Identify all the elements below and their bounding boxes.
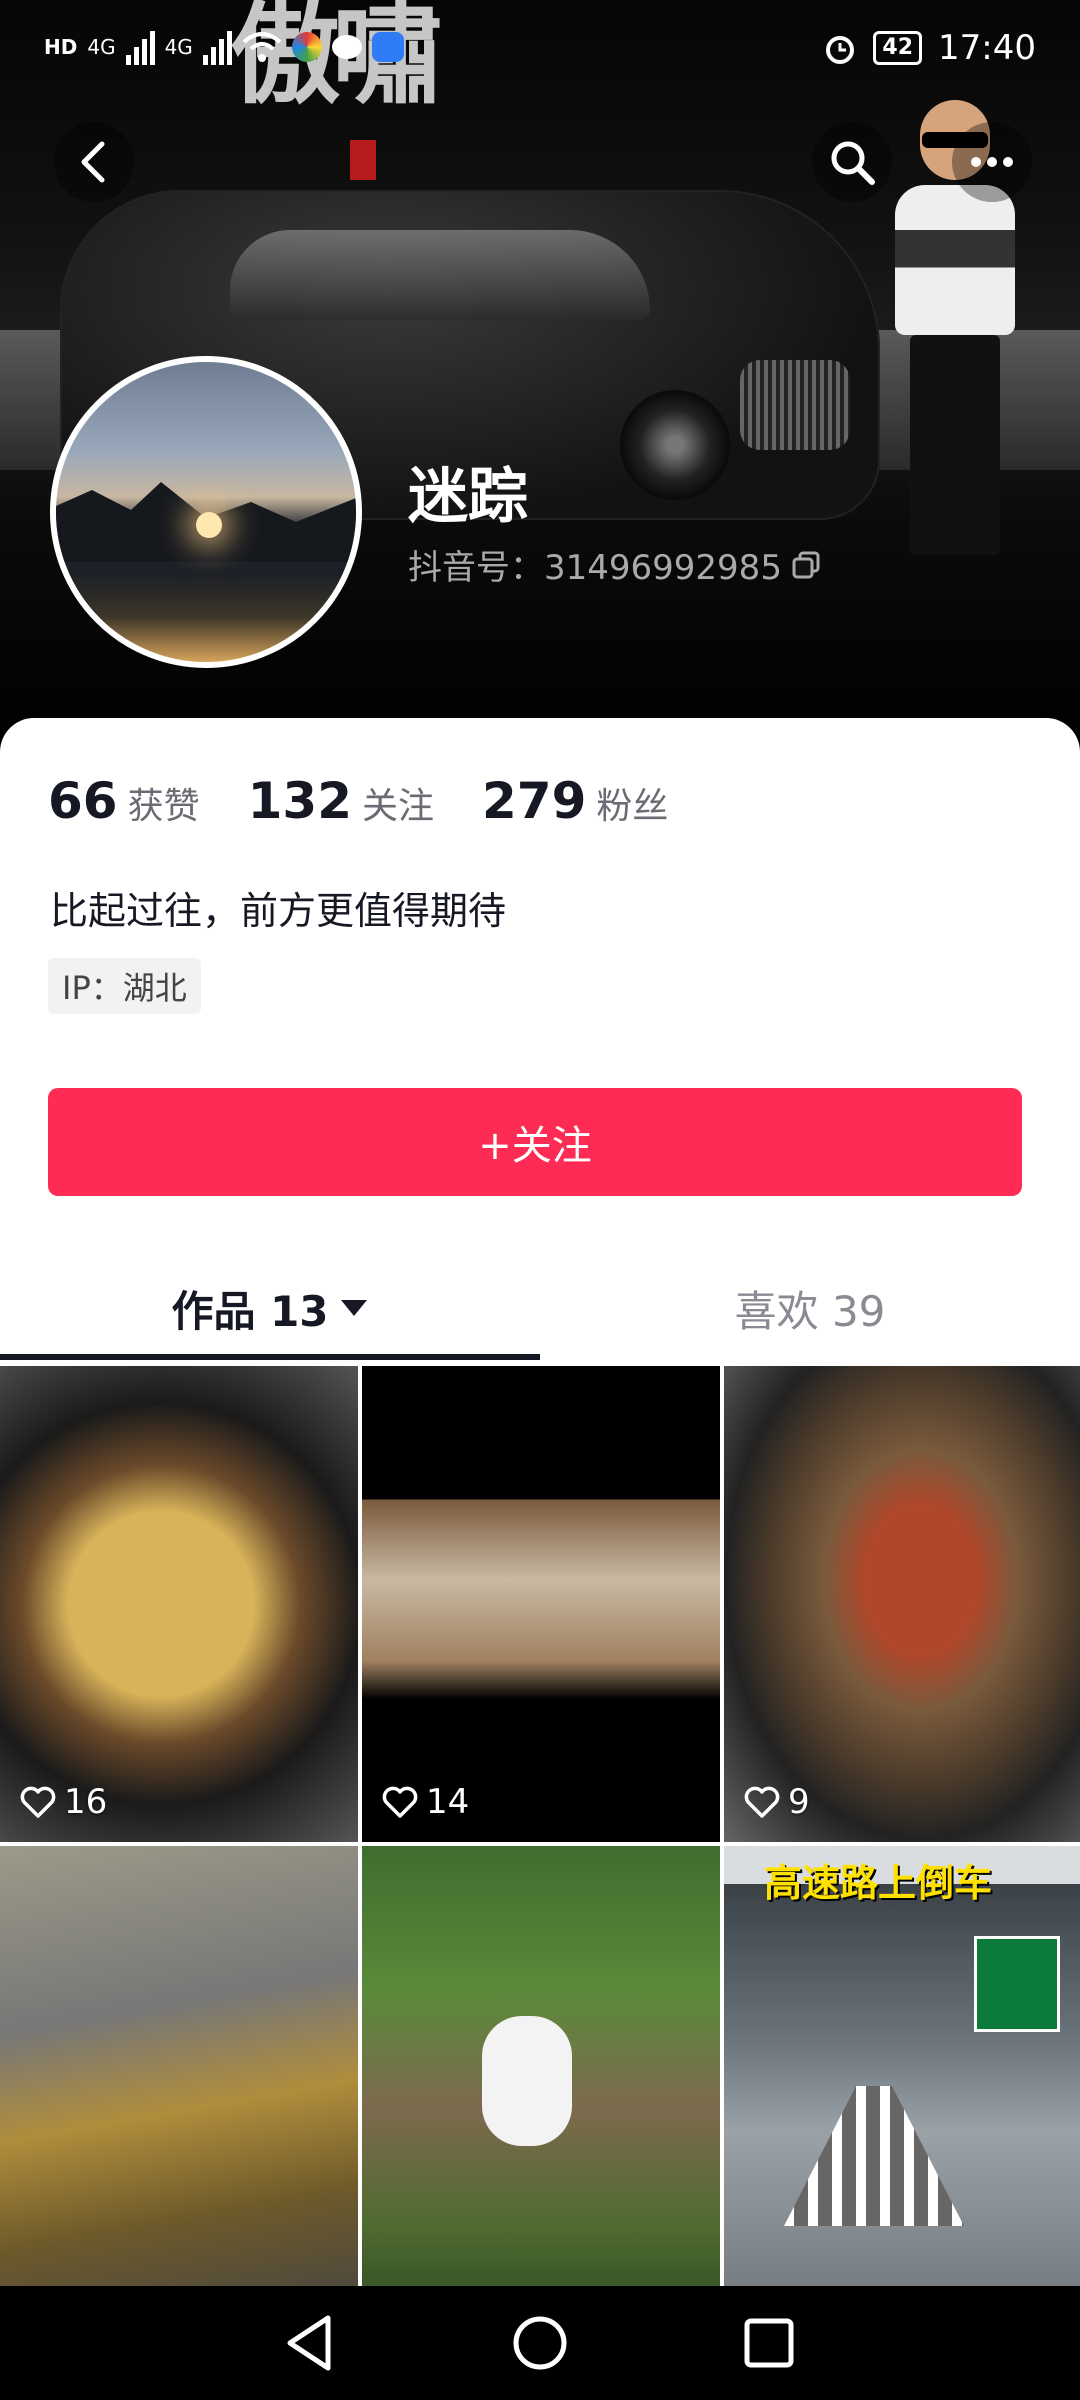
stats-row: 66 获赞 132 关注 279 粉丝 [48, 772, 668, 830]
signal-icon [202, 29, 232, 65]
heart-icon [382, 1786, 418, 1818]
more-icon [971, 157, 1013, 167]
more-button[interactable] [952, 122, 1032, 202]
dog-figure [482, 2016, 572, 2146]
like-count-value: 14 [426, 1782, 470, 1822]
copy-icon[interactable] [792, 551, 820, 579]
video-grid: 16 14 9 高速路上倒车 [0, 1366, 1080, 2322]
stat-label: 获赞 [127, 786, 200, 827]
tab-label: 喜欢 39 [734, 1286, 886, 1336]
like-count: 16 [20, 1782, 107, 1822]
signal-icon [125, 29, 155, 65]
like-count-value: 16 [64, 1782, 108, 1822]
video-thumbnail[interactable]: 高速路上倒车 [724, 1846, 1080, 2322]
tab-works[interactable]: 作品 13 [0, 1262, 540, 1354]
road-sign [974, 1936, 1060, 2032]
stat-value: 66 [48, 772, 118, 830]
network-label: 4G [87, 35, 116, 59]
network-label: 4G [164, 35, 193, 59]
back-button[interactable] [54, 122, 134, 202]
video-thumbnail[interactable]: 16 [0, 1366, 358, 1842]
tab-likes[interactable]: 喜欢 39 [540, 1262, 1080, 1354]
video-thumbnail[interactable]: 9 [724, 1366, 1080, 1842]
profile-nickname: 迷踪 [408, 462, 528, 532]
profile-bio: 比起过往，前方更值得期待 [50, 889, 507, 933]
video-thumbnail[interactable] [362, 1846, 720, 2322]
stat-following[interactable]: 132 关注 [248, 772, 434, 830]
battery-indicator: 42 [873, 31, 923, 65]
video-caption: 高速路上倒车 [764, 1861, 993, 1905]
stat-value: 279 [482, 772, 587, 830]
tab-label: 作品 13 [171, 1286, 329, 1336]
like-count: 14 [382, 1782, 469, 1822]
back-arrow-icon [81, 141, 105, 183]
follow-button[interactable]: +关注 [48, 1088, 1022, 1196]
triangle-down-icon[interactable] [339, 1298, 369, 1318]
cloud-icon [371, 32, 404, 62]
stat-label: 关注 [361, 786, 434, 827]
stat-likes[interactable]: 66 获赞 [48, 772, 200, 830]
like-count-value: 9 [788, 1782, 810, 1822]
search-button[interactable] [812, 122, 892, 202]
system-nav-bar [0, 2286, 1080, 2400]
ip-location-tag: IP：湖北 [48, 958, 201, 1014]
stat-label: 粉丝 [596, 786, 669, 827]
stat-value: 132 [247, 772, 352, 830]
avatar[interactable] [50, 356, 362, 668]
nav-recents-icon[interactable] [734, 2308, 804, 2378]
video-thumbnail[interactable]: 14 [362, 1366, 720, 1842]
search-icon [831, 141, 875, 185]
video-thumbnail[interactable] [0, 1846, 358, 2322]
app-notification-icon [291, 32, 322, 62]
stat-followers[interactable]: 279 粉丝 [482, 772, 668, 830]
message-icon [331, 35, 362, 59]
douyin-id-row[interactable]: 抖音号：31496992985 [408, 540, 820, 589]
alarm-icon [826, 36, 855, 64]
heart-icon [20, 1786, 56, 1818]
network-label: HD [44, 35, 78, 59]
wifi-icon [242, 32, 282, 62]
status-bar: HD 4G 4G 42 17:40 [0, 0, 1080, 96]
cover-seal [350, 140, 376, 180]
nav-home-icon[interactable] [505, 2308, 575, 2378]
like-count: 9 [744, 1782, 810, 1822]
road-markings [784, 2086, 964, 2226]
content-tabs: 作品 13 喜欢 39 [0, 1262, 1080, 1362]
tab-indicator [0, 1354, 540, 1360]
nav-back-icon[interactable] [276, 2308, 346, 2378]
heart-icon [744, 1786, 780, 1818]
clock: 17:40 [938, 28, 1036, 68]
douyin-id-text: 抖音号：31496992985 [408, 548, 782, 588]
